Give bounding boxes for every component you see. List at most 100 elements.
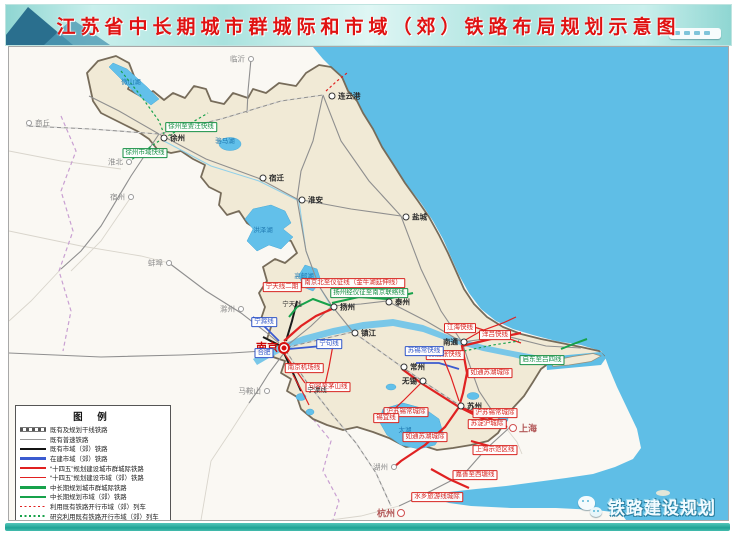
legend-swatch-trunk: [20, 427, 46, 433]
city-label: 马鞍山: [238, 386, 262, 396]
railway-line-label: 南京机场线: [284, 363, 324, 373]
wechat-icon: [578, 496, 602, 517]
railway-line-label: 扬州经仪征至南京联络线: [330, 288, 408, 298]
city-marker: [400, 363, 408, 371]
page: { "title": "江苏省中长期城市群城际和市域（郊）铁路布局规划示意图",…: [0, 0, 735, 533]
city-marker: [391, 464, 397, 470]
legend-item: 中长期规划市域（郊）铁路: [20, 492, 166, 502]
railway-line-label: 苏淀沪城际: [467, 419, 507, 429]
railway-planning-map: 南京徐州连云港宿迁淮安盐城扬州泰州镇江常州无锡苏州南通上海杭州马鞍山滁州蚌埠宿州…: [8, 46, 729, 521]
legend-swatch-green-thin: [20, 496, 46, 498]
city-marker: [126, 159, 132, 165]
city-marker: [238, 306, 244, 312]
railway-line-label: 嘉善至西塘线: [452, 470, 498, 480]
legend-item-label: 在建市域（郊）铁路: [50, 456, 108, 464]
legend-swatch-red-thick: [20, 466, 46, 470]
legend-item: 在建市域（郊）铁路: [20, 454, 166, 464]
legend-item: 既有及规划干线铁路: [20, 425, 166, 435]
city-marker: [166, 260, 172, 266]
city-marker: [419, 377, 427, 385]
city-label: 淮安: [308, 195, 323, 205]
city-label: 无锡: [402, 376, 417, 386]
legend-item-label: 中长期规划市域（郊）铁路: [50, 494, 127, 502]
city-marker: [26, 120, 32, 126]
legend-swatch-green-thick: [20, 486, 46, 489]
city-marker: [160, 134, 168, 142]
legend-swatch-green-dash: [20, 515, 46, 518]
legend-swatch-red-thin: [20, 477, 46, 479]
railway-line-label: 苏锡常快线: [404, 346, 444, 356]
legend-rows: 既有及规划干线铁路 既有普速铁路 既有市域（郊）铁路 在建市域（郊）铁路 “十四五”规划…: [20, 425, 166, 521]
legend-item-label: 利用既有铁路开行市域（郊）列车: [50, 504, 146, 512]
railway-line-label: 宁溧线: [307, 386, 327, 394]
city-label: 滁州: [220, 304, 235, 314]
title-banner: 江苏省中长期城市群城际和市域（郊）铁路布局规划示意图: [5, 4, 732, 46]
legend-item: 既有普速铁路: [20, 435, 166, 445]
city-label: 临沂: [230, 54, 245, 64]
city-marker: [351, 329, 359, 337]
legend-swatch-black: [20, 447, 46, 451]
city-label: 扬州: [340, 302, 355, 312]
city-marker: [328, 92, 336, 100]
legend-swatch-red-dash: [20, 505, 46, 508]
city-marker: [402, 213, 410, 221]
city-marker: [248, 56, 254, 62]
legend-item-label: 研究利用既有铁路开行市域（郊）列车: [50, 513, 159, 521]
legend-item: 利用既有铁路开行市域（郊）列车: [20, 502, 166, 512]
legend-box: 图 例 既有及规划干线铁路 既有普速铁路 既有市域（郊）铁路 在建市域（郊）铁路 “十四…: [15, 405, 171, 521]
railway-line-label: 徐州至贾汪快线: [165, 122, 217, 132]
city-label: 盐城: [412, 212, 427, 222]
city-label: 淮北: [108, 157, 123, 167]
city-label: 南通: [443, 337, 458, 347]
legend-item-label: 既有市域（郊）铁路: [50, 446, 108, 454]
watermark-text: 铁路建设规划: [608, 499, 716, 518]
city-label: 上海: [518, 423, 538, 434]
city-marker: [509, 424, 517, 432]
city-marker: [330, 303, 338, 311]
railway-line-label: 上海示范区线: [472, 445, 518, 455]
legend-swatch-gray: [20, 438, 46, 440]
railway-line-label: 徐州市域快线: [122, 148, 168, 158]
watermark: 铁路建设规划: [578, 494, 716, 519]
city-label: 商丘: [35, 118, 50, 128]
city-marker: [264, 388, 270, 394]
railway-line-label: 启东至吕四线: [519, 355, 565, 365]
city-marker: [259, 174, 267, 182]
city-label: 徐州: [170, 133, 185, 143]
city-label: 湖州: [373, 462, 388, 472]
legend-item: “十四五”规划建设市域（郊）铁路: [20, 473, 166, 483]
railway-line-label: 江海快线: [444, 323, 476, 333]
railway-line-label: 锡宜线: [373, 413, 399, 423]
legend-item-label: 既有普速铁路: [50, 436, 89, 444]
railway-line-label: 如通苏湖城际: [402, 432, 448, 442]
railway-line-label: 宁滁线: [251, 317, 277, 327]
lake-label: 骆马湖: [215, 138, 235, 145]
legend-item: 中长期规划城市群城际铁路: [20, 483, 166, 493]
railway-line-label: 合肥: [254, 348, 274, 358]
city-label: 杭州: [376, 508, 396, 519]
city-label: 宿迁: [269, 173, 284, 183]
lake-label: 洪泽湖: [253, 227, 273, 234]
bottom-accent-bar: [5, 523, 730, 531]
city-marker: [385, 298, 393, 306]
legend-title: 图 例: [73, 412, 113, 423]
railway-line-label: 宁天线: [282, 300, 302, 308]
legend-swatch-blue: [20, 457, 46, 460]
city-label: 镇江: [361, 328, 376, 338]
legend-item: 研究利用既有铁路开行市域（郊）列车: [20, 511, 166, 521]
page-title: 江苏省中长期城市群城际和市域（郊）铁路布局规划示意图: [56, 16, 681, 38]
railway-line-label: 如通苏湖城际: [467, 368, 513, 378]
legend-item-label: 既有及规划干线铁路: [50, 427, 108, 435]
legend-item: 既有市域（郊）铁路: [20, 444, 166, 454]
city-marker: [457, 402, 465, 410]
legend-item: “十四五”规划建设城市群城际铁路: [20, 463, 166, 473]
legend-item-label: “十四五”规划建设市域（郊）铁路: [50, 475, 144, 483]
railway-line-label: 南京北至仪征线（金牛湖延伸线）: [301, 278, 405, 288]
railway-line-label: 宁天线二期: [262, 282, 302, 292]
railway-line-label: 宁句线: [316, 339, 342, 349]
railway-line-label: 水乡旅游线城际: [411, 492, 463, 502]
city-label: 常州: [410, 362, 425, 372]
city-label: 蚌埠: [148, 258, 163, 268]
city-marker: [298, 196, 306, 204]
legend-item-label: 中长期规划城市群城际铁路: [50, 484, 127, 492]
